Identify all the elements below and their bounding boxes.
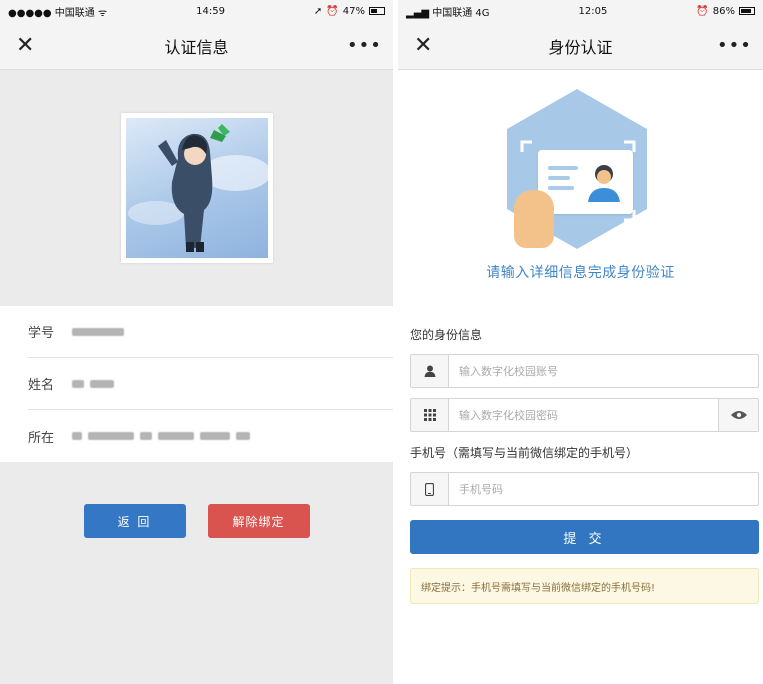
redacted-value [158,432,194,440]
redacted-value [236,432,250,440]
phone-icon-glyph [425,482,434,496]
battery-fill [741,9,751,13]
alarm-icon: ⏰ [696,5,709,17]
identity-section-label: 您的身份信息 [410,328,483,342]
carrier-signal: ▂▄▆ 中国联通 4G [406,7,490,19]
battery-icon [739,7,755,15]
avatar [125,118,268,258]
password-field [410,398,759,432]
alarm-icon: ⏰ [326,5,339,17]
info-row-name: 姓名 [28,358,393,410]
page-title: 身份认证 [548,37,613,57]
submit-button[interactable]: 提 交 [410,520,759,554]
phone-icon [411,473,449,505]
account-input[interactable] [449,355,758,387]
status-right: ➚ ⏰ 47% [314,6,385,17]
status-right: ⏰ 86% [696,6,755,17]
info-list: 学号 姓名 所在 [0,306,393,462]
info-row-location: 所在 [28,410,393,462]
battery-percent: 86% [712,5,735,17]
binding-tip: 绑定提示：手机号需填写与当前微信绑定的手机号码! [410,568,759,604]
eye-icon[interactable] [718,399,758,431]
info-label: 所在 [28,430,55,446]
battery-icon [369,7,385,15]
more-icon[interactable]: ••• [717,35,751,56]
keypad-icon-glyph [423,409,436,421]
avatar-frame [120,113,273,263]
more-icon[interactable]: ••• [347,35,381,56]
keypad-icon [411,399,449,431]
battery-percent: 47% [342,5,365,17]
avatar-area [0,70,393,306]
status-time: 12:05 [578,5,608,17]
redacted-value [200,432,230,440]
phone-section-label: 手机号（需填写与当前微信绑定的手机号） [410,446,639,460]
info-label: 姓名 [28,378,55,393]
battery-fill [371,9,377,13]
back-button[interactable]: 返 回 [83,504,186,538]
redacted-value [140,432,152,440]
avatar-illustration [127,124,268,252]
eye-icon-glyph [730,411,747,419]
action-buttons: 返 回 解除绑定 [0,504,393,538]
info-label: 学号 [28,326,55,341]
phone-input[interactable] [449,473,758,505]
status-bar: ▂▄▆ 中国联通 4G 12:05 ⏰ 86% [398,0,763,22]
account-field [410,354,759,388]
carrier-signal: ●●●●● 中国联通 ᯤ [8,7,108,19]
close-icon[interactable]: ✕ [414,33,444,58]
user-icon-glyph [424,365,435,377]
location-icon: ➚ [313,5,323,17]
status-time: 14:59 [196,5,225,17]
status-bar: ●●●●● 中国联通 ᯤ 14:59 ➚ ⏰ 47% [0,0,393,22]
phone-field [410,472,759,506]
redacted-value [72,432,82,440]
redacted-value [72,327,124,336]
navigation-bar: ✕ 身份认证 ••• [398,22,763,70]
redacted-value [90,379,114,388]
page-title: 认证信息 [164,37,229,57]
navigation-bar: ✕ 认证信息 ••• [0,22,393,70]
redacted-value [88,432,134,440]
redacted-value [72,379,84,388]
close-icon[interactable]: ✕ [16,33,46,58]
user-icon [411,355,449,387]
right-phone-screen: ▂▄▆ 中国联通 4G 12:05 ⏰ 86% ✕ 身份认证 ••• 请输入详细… [398,0,763,684]
id-card-illustration [398,70,763,256]
unbind-button[interactable]: 解除绑定 [207,504,310,538]
info-row-student-id: 学号 [28,306,393,358]
hand-icon [514,190,554,248]
left-phone-screen: ●●●●● 中国联通 ᯤ 14:59 ➚ ⏰ 47% ✕ 认证信息 ••• 学号… [0,0,393,684]
verify-instruction: 请输入详细信息完成身份验证 [486,265,675,281]
password-input[interactable] [449,399,718,431]
